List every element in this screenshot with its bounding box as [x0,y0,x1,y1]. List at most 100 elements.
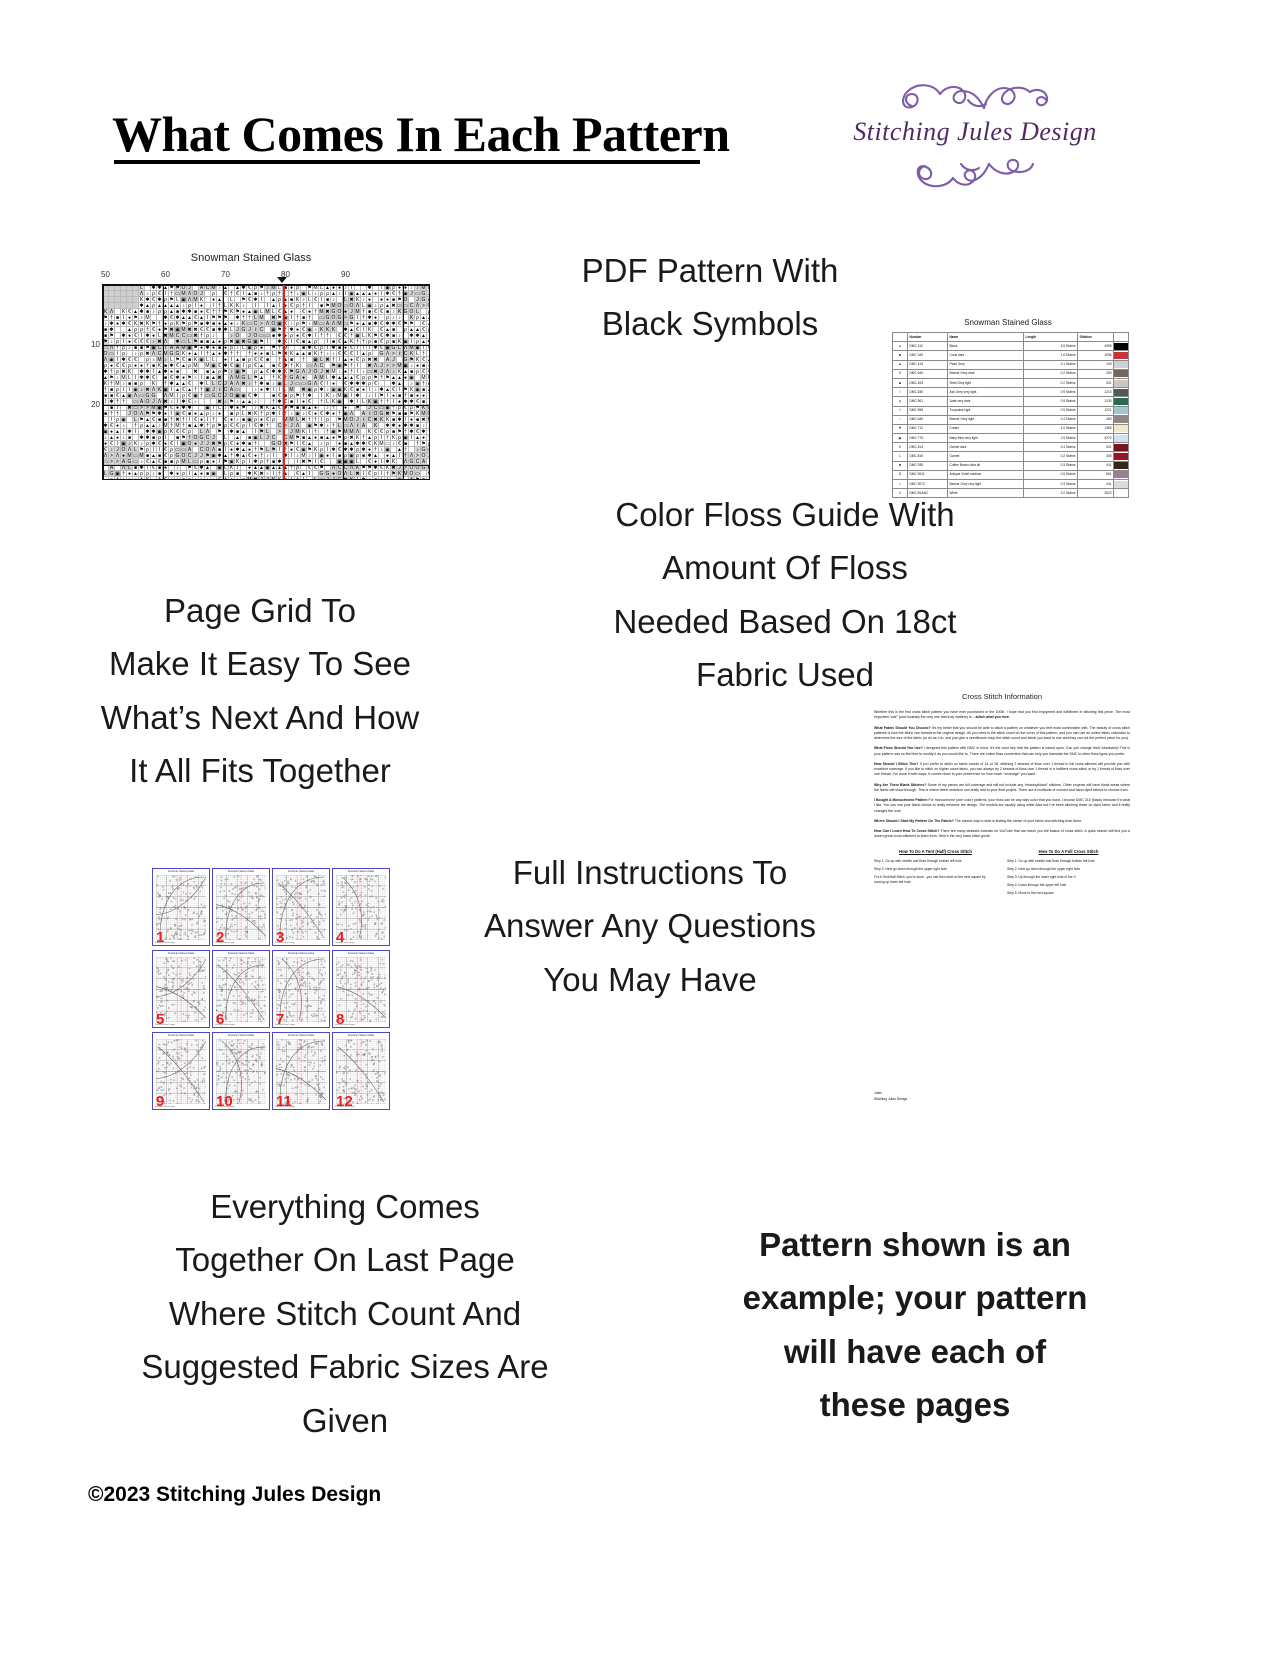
floss-color-swatch [1113,469,1129,481]
page-grid-thumbnail-item[interactable]: Snowman Stained Glass Stitching Jules Des… [332,868,390,946]
floss-length: 0.9 Skeins [1023,396,1078,407]
floss-number: DMC 415 [907,359,948,370]
swatch-fill [1114,379,1128,387]
page-grid-thumbnail-item[interactable]: Snowman Stained Glass Stitching Jules Des… [152,868,210,946]
tent-stitch-steps: Step 1. Go up with needle and floss thro… [874,859,997,872]
full-stitch-step: Step 1. Go up with needle and floss thro… [1007,859,1095,863]
floss-stitches: 1383 [1077,423,1114,435]
floss-symbol: € [892,368,908,379]
floss-color-swatch [1113,350,1129,361]
floss-stitches: 1221 [1077,405,1114,416]
thumbnail-page-number: 4 [336,929,345,946]
floss-length: 0.1 Skeins [1023,359,1078,370]
floss-symbol: I [892,387,908,398]
floss-color-swatch [1113,396,1129,407]
floss-length: 0.2 Skeins [1023,377,1078,389]
floss-table-row: D DMC 3041 Antique Violet medium 0.5 Skeins… [892,469,1129,481]
floss-length: 1.6 Skeins [1023,350,1078,361]
floss-number: DMC 453 [907,377,948,389]
chart-grid: L ✱ ✱ ▲ ⚑ ⚑ O J A C M ♪ ▲ ▲ ✱ € ρ ⚑ ♪ M L ■ ● ρ ⚑ M L ▲ ● ● ♪ I ✱ I ▣ ρ ● ● ♪ ♪… [102,284,430,480]
tent-stitch-note: For A Tent/Half Stitch, you’re done - yo… [874,875,986,885]
thumbnail-page-number: 12 [336,1093,353,1110]
floss-table-header-row: Number Name Length Stitches [892,331,1129,343]
chart-major-gridline-v [343,285,344,479]
floss-number: DMC 814 [907,442,948,453]
tent-stitch-guide: How To Do A Tent (Half) Cross Stitch Ste… [874,849,997,900]
floss-color-swatch [1113,488,1129,499]
thumbnail-title: Snowman Stained Glass [227,870,255,873]
floss-number: DMC 646 [907,368,948,379]
floss-length: 3.5 Skeins [1023,341,1078,352]
thumbnail-page-number: 2 [216,929,225,946]
swatch-fill [1114,416,1128,424]
thumbnail-title: Snowman Stained Glass [287,1034,315,1037]
floss-stitches: 3270 [1077,433,1114,444]
chart-major-gridline-v [223,285,224,479]
page-grid-thumbnail-item[interactable]: Snowman Stained Glass Stitching Jules Des… [212,1032,270,1110]
thumbnail-page-number: 6 [216,1011,225,1028]
page-grid-thumbnail-item[interactable]: Snowman Stained Glass Stitching Jules Des… [212,868,270,946]
chart-major-gridline-v [163,285,164,479]
floss-symbol: K [892,442,908,453]
swatch-fill [1114,425,1128,433]
chart-title: Snowman Stained Glass [190,252,312,264]
floss-stitches: 321 [1077,377,1114,389]
floss-guide-thumbnail: Snowman Stained Glass Number Name Length… [888,318,1129,499]
floss-table-row: ▲ DMC 415 Pearl Grey 0.1 Skeins 109 [892,359,1129,370]
floss-color-swatch [1113,478,1129,490]
floss-stitches: 109 [1077,359,1114,370]
floss-stitches: 441 [1077,478,1114,490]
page-grid-thumbnail-item[interactable]: Snowman Stained Glass Stitching Jules Des… [272,1032,330,1110]
page-grid-thumbnail-item[interactable]: Snowman Stained Glass Stitching Jules Des… [212,950,270,1028]
callout-pdf-pattern: PDF Pattern With Black Symbols [581,252,839,343]
callout-last-page: Everything Comes Together On Last Page Whe… [141,1188,549,1439]
floss-color-swatch [1113,460,1129,471]
page-grid-thumbnail-item[interactable]: Snowman Stained Glass Stitching Jules Des… [152,1032,210,1110]
chart-column-headers: 50 60 70 80 90 [72,270,430,282]
thumbnail-title: Snowman Stained Glass [347,870,375,873]
floss-guide-title: Snowman Stained Glass [964,318,1052,327]
col-name: Name [947,331,1024,343]
floss-symbol: † [892,405,908,416]
floss-symbol: ρ [892,396,908,407]
chart-col-label: 60 [161,270,170,279]
instructions-section-heading: What Floss Should You Use? [874,746,923,751]
full-stitch-step: Step 5. Move to the next square [1007,891,1054,896]
floss-stitches: 1210 [1077,387,1114,398]
floss-table-row: I DMC 535 Ash Grey very light 0.9 Skeins 121… [892,387,1129,398]
instructions-section: Why Are There Blank Stitches? Some of my… [874,782,1130,792]
page-grid-thumbnail-item[interactable]: Snowman Stained Glass Stitching Jules Des… [272,950,330,1028]
thumbnail-title: Snowman Stained Glass [227,1034,255,1037]
floss-symbol: ▣ [892,433,908,444]
floss-name: Garnet dark [947,442,1024,453]
floss-name: Jade very dark [947,396,1024,407]
floss-length: 0.9 Skeins [1023,387,1078,398]
floss-name: Cream [947,423,1024,435]
thumbnail-title: Snowman Stained Glass [287,952,315,955]
chart-col-label: 70 [221,270,230,279]
floss-name: Shell Grey light [947,377,1024,389]
page-grid-thumbnail-item[interactable]: Snowman Stained Glass Stitching Jules Des… [332,950,390,1028]
swatch-fill [1114,434,1128,442]
swatch-fill [1114,351,1128,359]
floss-table-row: ♪ DMC 646 Beaver Grey light 0.4 Skeins 483 [892,414,1129,425]
page-grid-thumbnail-item[interactable]: Snowman Stained Glass Stitching Jules Des… [152,950,210,1028]
instructions-section-heading: Why Are There Blank Stitches? [874,782,927,787]
instructions-section: How Should I Stitch This? If you prefer … [874,761,1130,777]
floss-symbol: ■ [892,377,908,389]
floss-stitches: 4999 [1077,341,1114,352]
page-grid-thumbnail-item[interactable]: Snowman Stained Glass Stitching Jules Des… [332,1032,390,1110]
floss-stitches: 483 [1077,414,1114,425]
floss-stitches: 2622 [1077,488,1114,499]
floss-number: DMC 349 [907,350,948,361]
chart-major-gridline-h [103,405,429,406]
page-grid-thumbnail-item[interactable]: Snowman Stained Glass Stitching Jules Des… [272,868,330,946]
chart-row-headers: 10 20 [72,282,102,478]
floss-name: Coral dark [947,350,1024,361]
page-title-underline [114,160,700,164]
floss-stitches: 305 [1077,451,1114,462]
floss-table-row: € DMC 646 Beaver Grey dark 0.2 Skeins 250 [892,368,1129,379]
instructions-section: What Floss Should You Use? I designed th… [874,746,1130,756]
floss-table-row: ✖ DMC 938 Coffee Brown ultra dk 0.3 Skeins 4… [892,460,1129,471]
swatch-fill [1114,489,1128,497]
